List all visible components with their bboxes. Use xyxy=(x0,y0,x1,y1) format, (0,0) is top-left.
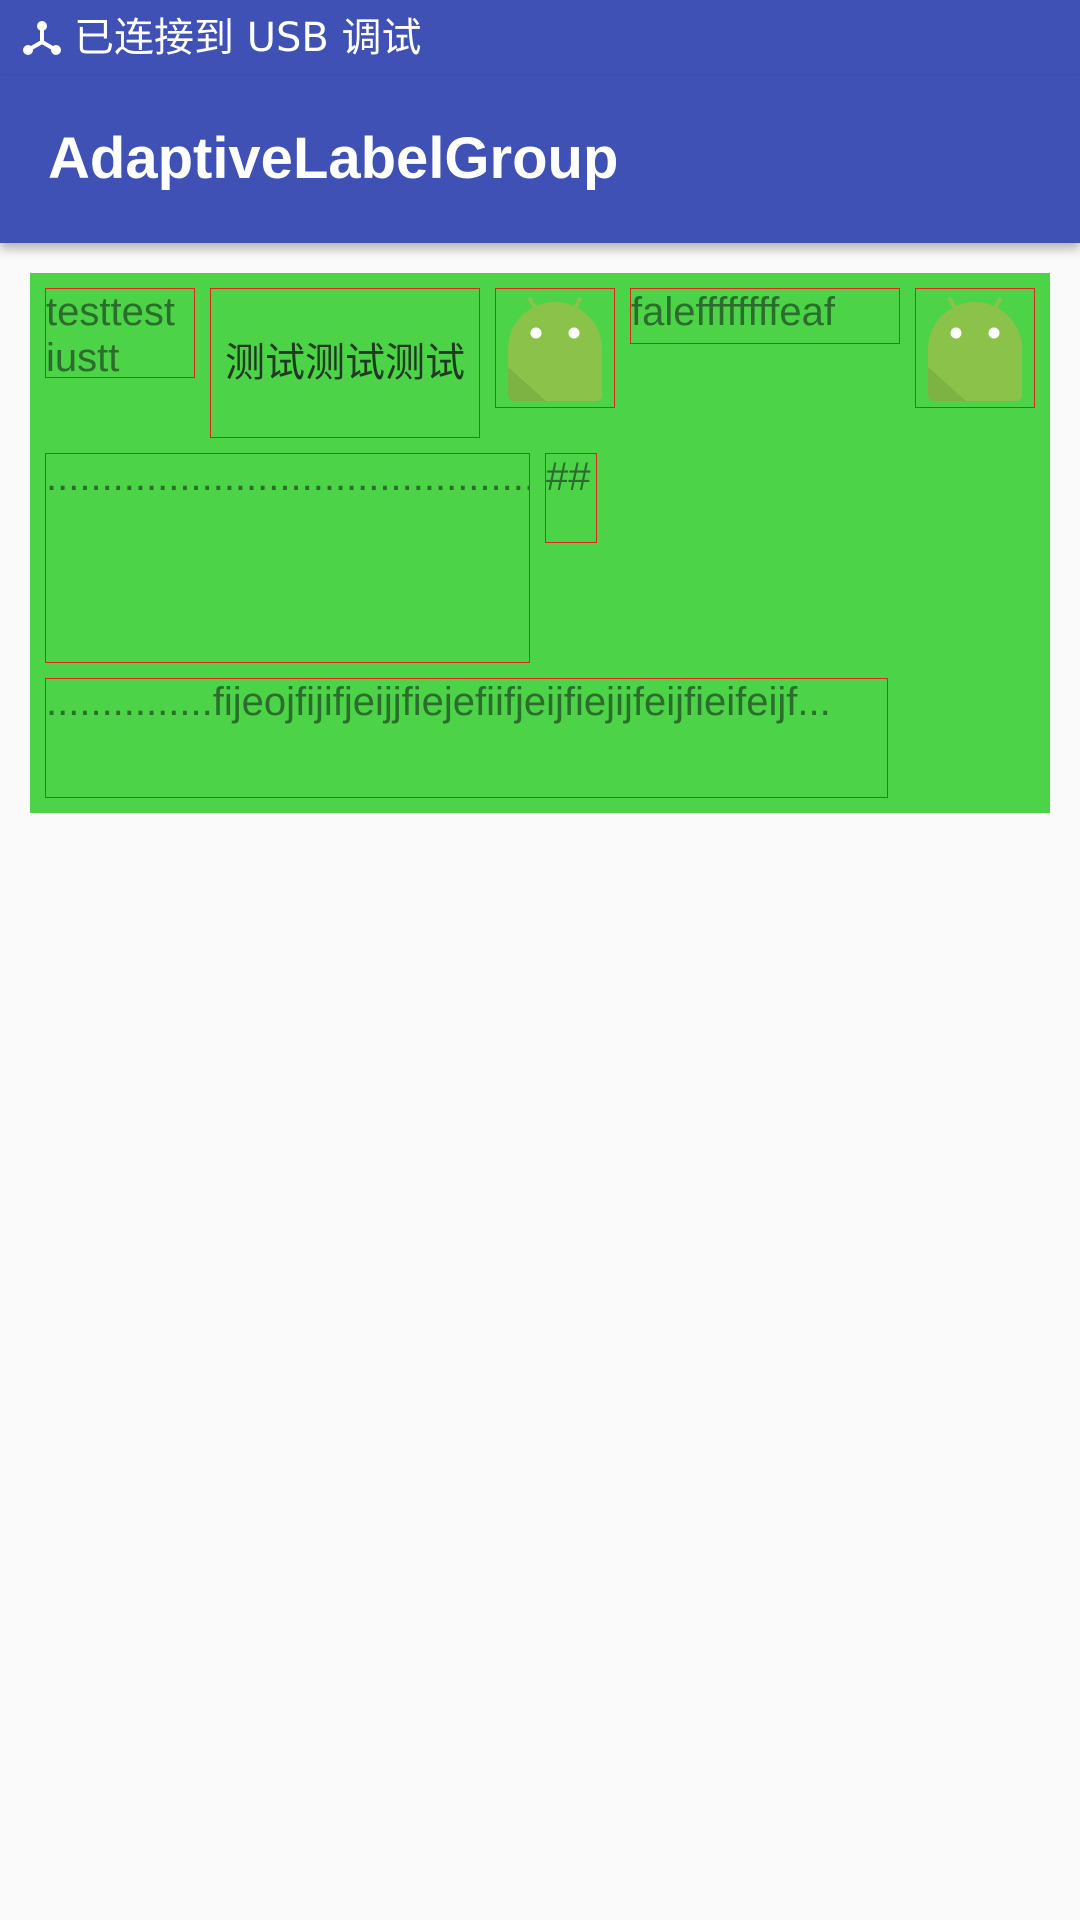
label-long-text[interactable]: ...............fijeojfijifjeijjfiejefiif… xyxy=(45,678,888,798)
usb-status-text: 已连接到 USB 调试 xyxy=(74,15,422,61)
android-robot-icon[interactable] xyxy=(495,288,615,408)
label-dots[interactable]: ........................................… xyxy=(45,453,530,663)
adaptive-label-group: testtest iustt 测试测试测试 faleffffffffeaf ..… xyxy=(30,273,1050,813)
label-chinese-test[interactable]: 测试测试测试 xyxy=(210,288,480,438)
usb-debug-icon xyxy=(23,21,61,55)
page-title: AdaptiveLabelGroup xyxy=(48,126,619,191)
label-testtest[interactable]: testtest iustt xyxy=(45,288,195,378)
android-robot-icon[interactable] xyxy=(915,288,1035,408)
status-bar: 已连接到 USB 调试 xyxy=(0,0,1080,76)
app-bar: AdaptiveLabelGroup xyxy=(0,76,1080,243)
label-faleff[interactable]: faleffffffffeaf xyxy=(630,288,900,344)
label-hash[interactable]: ## xyxy=(545,453,597,543)
